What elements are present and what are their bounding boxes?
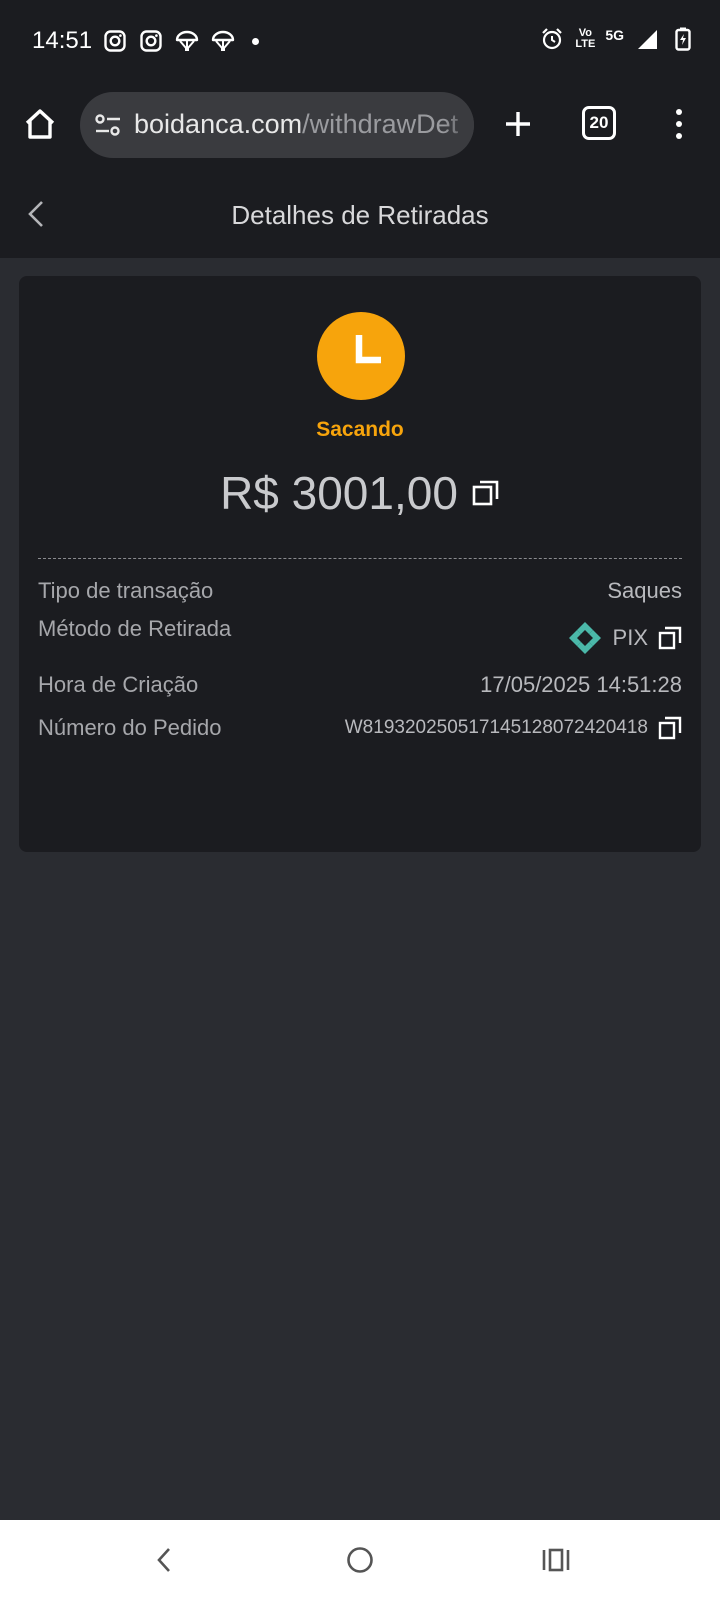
more-notifications-dot bbox=[252, 37, 259, 45]
system-icons: Vo LTE 5G bbox=[539, 26, 696, 52]
url-host: boidanca.com bbox=[134, 109, 303, 139]
signal-icon bbox=[634, 26, 660, 52]
row-label: Tipo de transação bbox=[38, 578, 214, 603]
row-value: W819320250517145128072420418 bbox=[345, 716, 682, 740]
row-withdrawal-method: Método de Retirada PIX bbox=[38, 616, 682, 662]
copy-icon[interactable] bbox=[658, 626, 682, 650]
row-label: Hora de Criação bbox=[38, 672, 199, 697]
url-text: boidanca.com/withdrawDet bbox=[134, 109, 458, 140]
row-creation-time: Hora de Criação 17/05/2025 14:51:28 bbox=[38, 667, 682, 703]
site-settings-icon bbox=[95, 114, 120, 136]
row-value: 17/05/2025 14:51:28 bbox=[480, 672, 682, 697]
status-label: Sacando bbox=[316, 418, 404, 441]
alarm-icon bbox=[539, 26, 565, 52]
circle-home-icon bbox=[347, 1547, 373, 1573]
row-transaction-type: Tipo de transação Saques bbox=[38, 573, 682, 609]
nav-home-button[interactable] bbox=[340, 1540, 380, 1580]
status-bar: 14:51 Vo LTE 5G bbox=[0, 0, 720, 84]
row-label: Número do Pedido bbox=[38, 715, 222, 740]
nav-recents-button[interactable] bbox=[536, 1540, 576, 1580]
volte-indicator: Vo LTE bbox=[575, 27, 596, 50]
amount-row: R$ 3001,00 bbox=[19, 466, 701, 520]
row-label: Método de Retirada bbox=[38, 616, 232, 641]
address-bar[interactable]: boidanca.com/withdrawDet bbox=[80, 92, 474, 158]
new-tab-button[interactable] bbox=[496, 102, 540, 146]
pix-icon bbox=[568, 622, 601, 654]
amount-value: R$ 3001,00 bbox=[220, 467, 458, 519]
instagram-icon bbox=[138, 28, 164, 54]
plus-icon bbox=[506, 112, 530, 136]
more-menu-button[interactable] bbox=[664, 102, 694, 146]
copy-icon[interactable] bbox=[472, 479, 500, 507]
dashed-divider bbox=[38, 558, 682, 559]
clock-icon bbox=[317, 312, 405, 400]
row-order-number: Número do Pedido W8193202505171451280724… bbox=[38, 710, 682, 746]
browser-toolbar: boidanca.com/withdrawDet 20 bbox=[0, 84, 720, 170]
parachute-icon bbox=[210, 28, 236, 54]
nav-back-button[interactable] bbox=[144, 1540, 184, 1580]
home-icon bbox=[25, 109, 55, 139]
row-value: Saques bbox=[607, 578, 682, 603]
system-nav-bar bbox=[0, 1520, 720, 1600]
instagram-icon bbox=[102, 28, 128, 54]
notification-icons bbox=[102, 28, 259, 54]
page-header: Detalhes de Retiradas bbox=[0, 170, 720, 258]
parachute-icon bbox=[174, 28, 200, 54]
url-path: /withdrawDet bbox=[302, 109, 459, 139]
home-button[interactable] bbox=[18, 102, 62, 146]
copy-icon[interactable] bbox=[658, 716, 682, 740]
battery-icon bbox=[670, 26, 696, 52]
withdrawal-card: Sacando R$ 3001,00 Tipo de transação Saq… bbox=[19, 276, 701, 852]
tab-switcher-button[interactable]: 20 bbox=[582, 106, 616, 140]
page-title: Detalhes de Retiradas bbox=[231, 200, 489, 230]
network-type: 5G bbox=[605, 27, 624, 43]
chevron-left-icon bbox=[157, 1548, 170, 1572]
row-value: PIX bbox=[567, 620, 682, 656]
status-time: 14:51 bbox=[32, 27, 93, 54]
recents-icon bbox=[542, 1548, 570, 1572]
